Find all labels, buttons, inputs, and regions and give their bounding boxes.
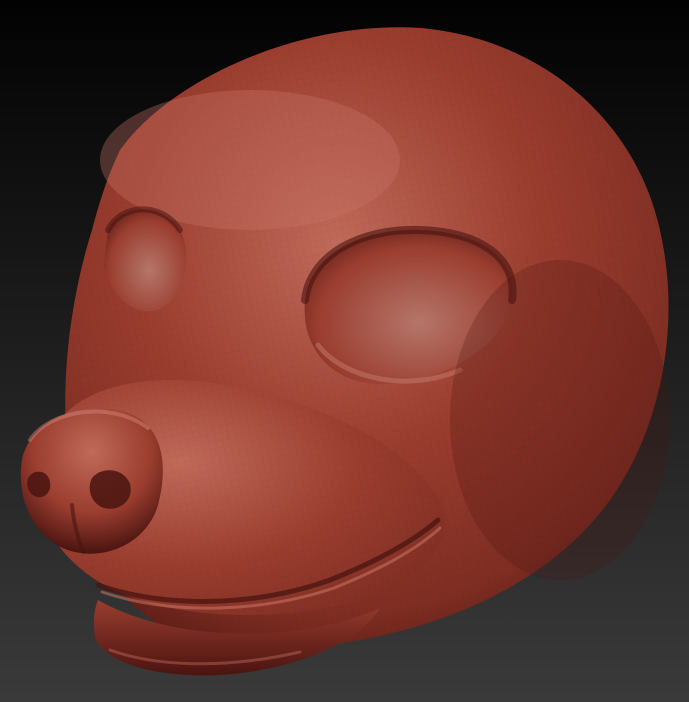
cheek-shadow xyxy=(450,260,670,580)
sculpt-viewport[interactable] xyxy=(0,0,689,702)
sculpt-canvas[interactable] xyxy=(0,0,689,702)
